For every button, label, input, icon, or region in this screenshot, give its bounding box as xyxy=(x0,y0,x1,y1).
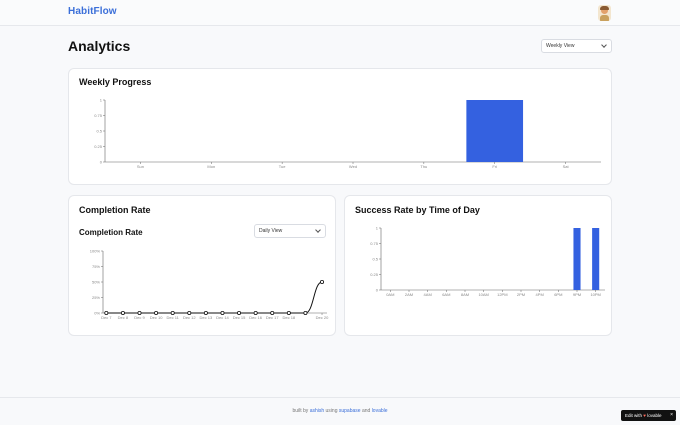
x-tick-label: 6AM xyxy=(442,292,450,297)
view-select[interactable]: Weekly View xyxy=(541,39,612,53)
x-tick-label: Wed xyxy=(349,164,357,169)
x-tick-label: Dec 17 xyxy=(266,315,279,320)
x-tick-label: Fri xyxy=(492,164,497,169)
y-tick-label: 0.5 xyxy=(96,128,102,133)
x-tick-label: Sun xyxy=(137,164,144,169)
chart-bar xyxy=(592,228,600,290)
y-tick-label: 1 xyxy=(376,225,379,230)
success-rate-chart: 00.250.50.7510AM 2AM 4AM 6AM 8AM 10AM 12PM 2PM 4… xyxy=(370,225,605,297)
completion-point xyxy=(170,311,175,316)
completion-point xyxy=(104,311,109,316)
x-tick-label: 0AM xyxy=(386,292,394,297)
y-tick-label: 1 xyxy=(100,97,103,102)
completion-point xyxy=(120,311,125,316)
edit-with-lovable-badge[interactable]: Edit with ♥ lovable × xyxy=(621,410,676,421)
x-tick-label: Thu xyxy=(420,164,427,169)
page-title: Analytics xyxy=(68,38,131,54)
x-tick-label: Dec 18 xyxy=(282,315,295,320)
x-tick-label: 4AM xyxy=(424,292,432,297)
footer-built-by: built by xyxy=(292,408,309,414)
completion-point xyxy=(270,311,275,316)
x-tick-label: Dec 16 xyxy=(249,315,262,320)
completion-point xyxy=(203,311,208,316)
view-select-value: Weekly View xyxy=(546,43,575,49)
footer-credits: built by ashish using supabase and lovab… xyxy=(0,408,680,414)
x-tick-label: Dec 9 xyxy=(134,315,145,320)
chart-bar xyxy=(466,100,524,162)
x-tick-label: Dec 10 xyxy=(150,315,163,320)
x-tick-label: Dec 7 xyxy=(101,315,112,320)
weekly-progress-card: Weekly Progress 0 0.25 0.5 0.75 1 Sun Mon Tue We… xyxy=(68,68,612,185)
completion-point xyxy=(303,311,308,316)
close-icon[interactable]: × xyxy=(670,410,673,421)
y-tick-label: 0.75 xyxy=(370,241,379,246)
footer-lovable-link[interactable]: lovable xyxy=(372,408,388,414)
x-tick-label: Dec 11 xyxy=(166,315,179,320)
completion-view-select-value: Daily View xyxy=(259,228,283,234)
x-tick-label: 10AM xyxy=(478,292,488,297)
user-avatar[interactable] xyxy=(598,5,611,21)
brand-logo[interactable]: HabitFlow xyxy=(68,6,117,17)
x-tick-label: Dec 15 xyxy=(233,315,246,320)
x-tick-label: 10PM xyxy=(590,292,600,297)
x-tick-label: Dec 20 xyxy=(316,315,329,320)
x-tick-label: Sat xyxy=(563,164,570,169)
x-tick-label: Dec 12 xyxy=(183,315,196,320)
y-tick-label: 0% xyxy=(94,310,100,315)
x-tick-label: Dec 13 xyxy=(200,315,213,320)
x-tick-label: 2PM xyxy=(517,292,525,297)
completion-point xyxy=(237,311,242,316)
x-tick-label: Dec 14 xyxy=(216,315,229,320)
completion-point xyxy=(220,311,225,316)
weekly-progress-chart: 0 0.25 0.5 0.75 1 Sun Mon Tue Wed Thu Fri Sat xyxy=(94,97,601,169)
success-rate-card: Success Rate by Time of Day 0 0.25 0.5 0.75… xyxy=(344,195,612,336)
x-tick-label: 8AM xyxy=(461,292,469,297)
footer-and: and xyxy=(361,408,371,414)
footer-using: using xyxy=(325,408,338,414)
chart-bar xyxy=(573,228,581,290)
x-tick-label: Mon xyxy=(207,164,215,169)
y-tick-label: 0.5 xyxy=(372,256,378,261)
y-tick-label: 0.25 xyxy=(94,144,103,149)
completion-view-select[interactable]: Daily View xyxy=(254,224,326,238)
x-tick-label: 2AM xyxy=(405,292,413,297)
badge-edit-with: Edit with xyxy=(625,413,643,418)
page-footer: built by ashish using supabase and lovab… xyxy=(0,397,680,425)
y-tick-label: 0 xyxy=(376,287,379,292)
y-tick-label: 0.75 xyxy=(94,113,103,118)
x-tick-label: Tue xyxy=(279,164,287,169)
y-tick-label: 25% xyxy=(92,295,100,300)
x-tick-label: 6PM xyxy=(554,292,562,297)
footer-supabase-link[interactable]: supabase xyxy=(339,408,361,414)
completion-point xyxy=(320,280,325,285)
avatar-body xyxy=(600,15,609,21)
y-tick-label: 0.25 xyxy=(370,272,379,277)
avatar-hair xyxy=(600,6,609,10)
completion-rate-card: Completion Rate Completion Rate 0% 25% 50%… xyxy=(68,195,336,336)
y-tick-label: 100% xyxy=(90,248,101,253)
top-header: HabitFlow xyxy=(0,0,680,26)
y-tick-label: 75% xyxy=(92,264,100,269)
x-tick-label: 4PM xyxy=(536,292,544,297)
chevron-down-icon xyxy=(601,42,607,48)
completion-point xyxy=(154,311,159,316)
completion-point xyxy=(137,311,142,316)
x-tick-label: 12PM xyxy=(497,292,507,297)
footer-author-link[interactable]: ashish xyxy=(310,408,324,414)
completion-point xyxy=(187,311,192,316)
x-tick-label: Dec 8 xyxy=(118,315,129,320)
badge-brand: lovable xyxy=(647,413,662,418)
y-tick-label: 0 xyxy=(100,159,103,164)
completion-rate-chart: 0%25%50%75%100%Dec 7 Dec 8 Dec 9 Dec 10 Dec … xyxy=(90,248,329,320)
completion-point xyxy=(253,311,258,316)
x-tick-label: 9PM xyxy=(573,292,581,297)
chevron-down-icon xyxy=(315,227,321,233)
completion-point xyxy=(286,311,291,316)
heart-icon: ♥ xyxy=(643,413,646,418)
y-tick-label: 50% xyxy=(92,279,100,284)
completion-line xyxy=(106,281,323,314)
